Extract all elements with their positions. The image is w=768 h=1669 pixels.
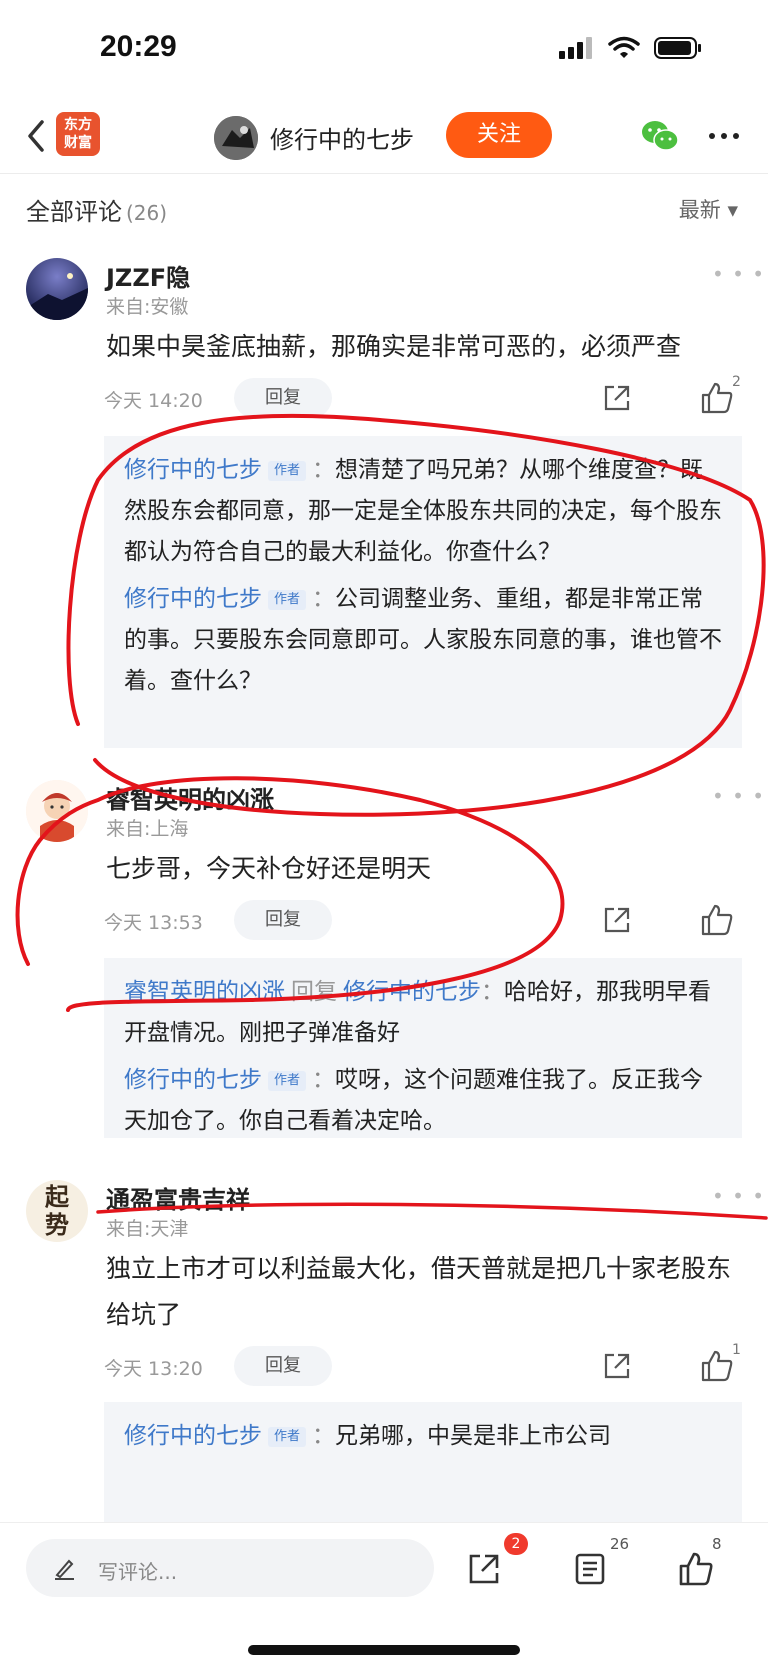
battery-icon xyxy=(654,37,701,59)
status-bar: 20:29 xyxy=(0,0,768,100)
reply-button[interactable]: 回复 xyxy=(234,900,332,940)
comment-count: 26 xyxy=(610,1535,630,1553)
nav-title[interactable]: 修行中的七步 xyxy=(270,120,414,155)
share-icon[interactable] xyxy=(602,383,632,413)
comments-title-text: 全部评论 xyxy=(26,198,122,226)
reply-author[interactable]: 修行中的七步 xyxy=(124,1423,262,1449)
author-tag: 作者 xyxy=(268,461,307,481)
comments-count: (26) xyxy=(126,201,168,225)
user-avatar[interactable]: 起 势 xyxy=(26,1180,88,1242)
reply-item: 修行中的七步 作者 ：哎呀，这个问题难住我了。反正我今天加仓了。你自己看着决定哈。 xyxy=(124,1060,724,1142)
comment-text: 七步哥，今天补仓好还是明天 xyxy=(106,854,432,883)
user-avatar[interactable] xyxy=(26,258,88,320)
comments-title: 全部评论 (26) xyxy=(26,192,167,227)
reply-author[interactable]: 睿智英明的凶涨 xyxy=(124,979,285,1005)
comment-username[interactable]: 通盈富贵吉祥 xyxy=(106,1180,250,1215)
more-options-icon[interactable] xyxy=(706,124,742,148)
reply-item: 修行中的七步 作者 ：想清楚了吗兄弟？从哪个维度查？既然股东会都同意，那一定是全体股… xyxy=(124,450,724,573)
comment-time: 今天 13:53 xyxy=(104,912,203,934)
comments-header: 全部评论 (26) 最新 ▾ xyxy=(0,176,768,236)
like-icon[interactable] xyxy=(700,1349,734,1383)
reply-thread: 修行中的七步 作者 ：想清楚了吗兄弟？从哪个维度查？既然股东会都同意，那一定是全体股… xyxy=(104,436,742,748)
reply-button[interactable]: 回复 xyxy=(234,1346,332,1386)
like-icon[interactable] xyxy=(700,903,734,937)
follow-button[interactable]: 关注 xyxy=(446,112,552,158)
comment-more-icon[interactable]: • • • xyxy=(712,784,765,808)
reply-thread: 修行中的七步 作者 ：兄弟哪，中昊是非上市公司 xyxy=(104,1402,742,1522)
author-tag: 作者 xyxy=(268,590,307,610)
write-comment-placeholder: 写评论... xyxy=(98,1560,178,1584)
share-icon[interactable] xyxy=(466,1551,502,1587)
reply-colon: ： xyxy=(312,457,336,483)
share-icon[interactable] xyxy=(602,905,632,935)
author-avatar[interactable] xyxy=(214,116,258,160)
avatar-image xyxy=(26,258,88,320)
share-icon[interactable] xyxy=(602,1351,632,1381)
nav-bar: 东方 财富 修行中的七步 关注 xyxy=(0,100,768,174)
logo-text-line2: 财富 xyxy=(64,135,92,151)
reply-thread: 睿智英明的凶涨 回复 修行中的七步：哈哈好，那我明早看开盘情况。刚把子弹准备好 修行… xyxy=(104,958,742,1138)
comments-icon[interactable] xyxy=(572,1551,608,1587)
reply-colon: ： xyxy=(481,979,504,1005)
bottom-bar: 写评论... 2 26 8 xyxy=(0,1522,768,1669)
wechat-share-icon[interactable] xyxy=(640,118,680,154)
reply-to-label: 回复 xyxy=(291,979,337,1005)
write-comment-input[interactable]: 写评论... xyxy=(26,1539,434,1597)
avatar-image xyxy=(26,780,88,842)
pencil-icon xyxy=(55,1559,74,1580)
comment-more-icon[interactable]: • • • xyxy=(712,1184,765,1208)
comment-location: 来自:天津 xyxy=(106,1218,189,1240)
reply-colon: ： xyxy=(312,586,336,612)
comment-text: 如果中昊釜底抽薪，那确实是非常可恶的，必须严查 xyxy=(106,332,682,361)
comment-username[interactable]: JZZF隐 xyxy=(106,258,190,293)
reply-author[interactable]: 修行中的七步 xyxy=(124,586,262,612)
avatar-image xyxy=(214,116,258,160)
avatar-char-2: 势 xyxy=(45,1210,69,1239)
comment-text: 独立上市才可以利益最大化，借天普就是把几十家老股东给坑了 xyxy=(106,1254,732,1329)
status-icons xyxy=(558,36,702,60)
like-count: 2 xyxy=(732,374,741,390)
author-tag: 作者 xyxy=(268,1427,307,1447)
reply-text: 兄弟哪，中昊是非上市公司 xyxy=(335,1423,612,1449)
reply-item: 修行中的七步 作者 ：兄弟哪，中昊是非上市公司 xyxy=(124,1416,724,1457)
avatar-calligraphy: 起 势 xyxy=(26,1180,88,1239)
wifi-icon xyxy=(608,36,640,58)
comment-time: 今天 13:20 xyxy=(104,1358,203,1380)
reply-item: 睿智英明的凶涨 回复 修行中的七步：哈哈好，那我明早看开盘情况。刚把子弹准备好 xyxy=(124,972,724,1054)
comment-location: 来自:安徽 xyxy=(106,296,189,318)
like-count-total: 8 xyxy=(712,1535,722,1553)
app-logo[interactable]: 东方 财富 xyxy=(56,112,100,156)
reply-target[interactable]: 修行中的七步 xyxy=(343,979,481,1005)
sort-dropdown[interactable]: 最新 ▾ xyxy=(679,194,738,224)
status-time: 20:29 xyxy=(100,30,177,63)
reply-button[interactable]: 回复 xyxy=(234,378,332,418)
comment-username[interactable]: 睿智英明的凶涨 xyxy=(106,780,274,815)
like-icon[interactable] xyxy=(700,381,734,415)
share-count-badge: 2 xyxy=(504,1533,528,1555)
logo-text-line1: 东方 xyxy=(64,117,92,133)
home-indicator xyxy=(248,1645,520,1655)
avatar-char-1: 起 xyxy=(45,1182,69,1211)
user-avatar[interactable] xyxy=(26,780,88,842)
reply-item: 修行中的七步 作者 ：公司调整业务、重组，都是非常正常的事。只要股东会同意即可。人家… xyxy=(124,579,724,702)
reply-author[interactable]: 修行中的七步 xyxy=(124,1067,262,1093)
cellular-signal-icon xyxy=(559,37,592,59)
like-count: 1 xyxy=(732,1342,741,1358)
like-icon[interactable] xyxy=(678,1551,714,1587)
back-icon[interactable] xyxy=(22,118,52,154)
reply-colon: ： xyxy=(312,1423,336,1449)
reply-author[interactable]: 修行中的七步 xyxy=(124,457,262,483)
author-tag: 作者 xyxy=(268,1071,307,1091)
reply-colon: ： xyxy=(312,1067,336,1093)
comment-time: 今天 14:20 xyxy=(104,390,203,412)
comment-more-icon[interactable]: • • • xyxy=(712,262,765,286)
comment-location: 来自:上海 xyxy=(106,818,189,840)
